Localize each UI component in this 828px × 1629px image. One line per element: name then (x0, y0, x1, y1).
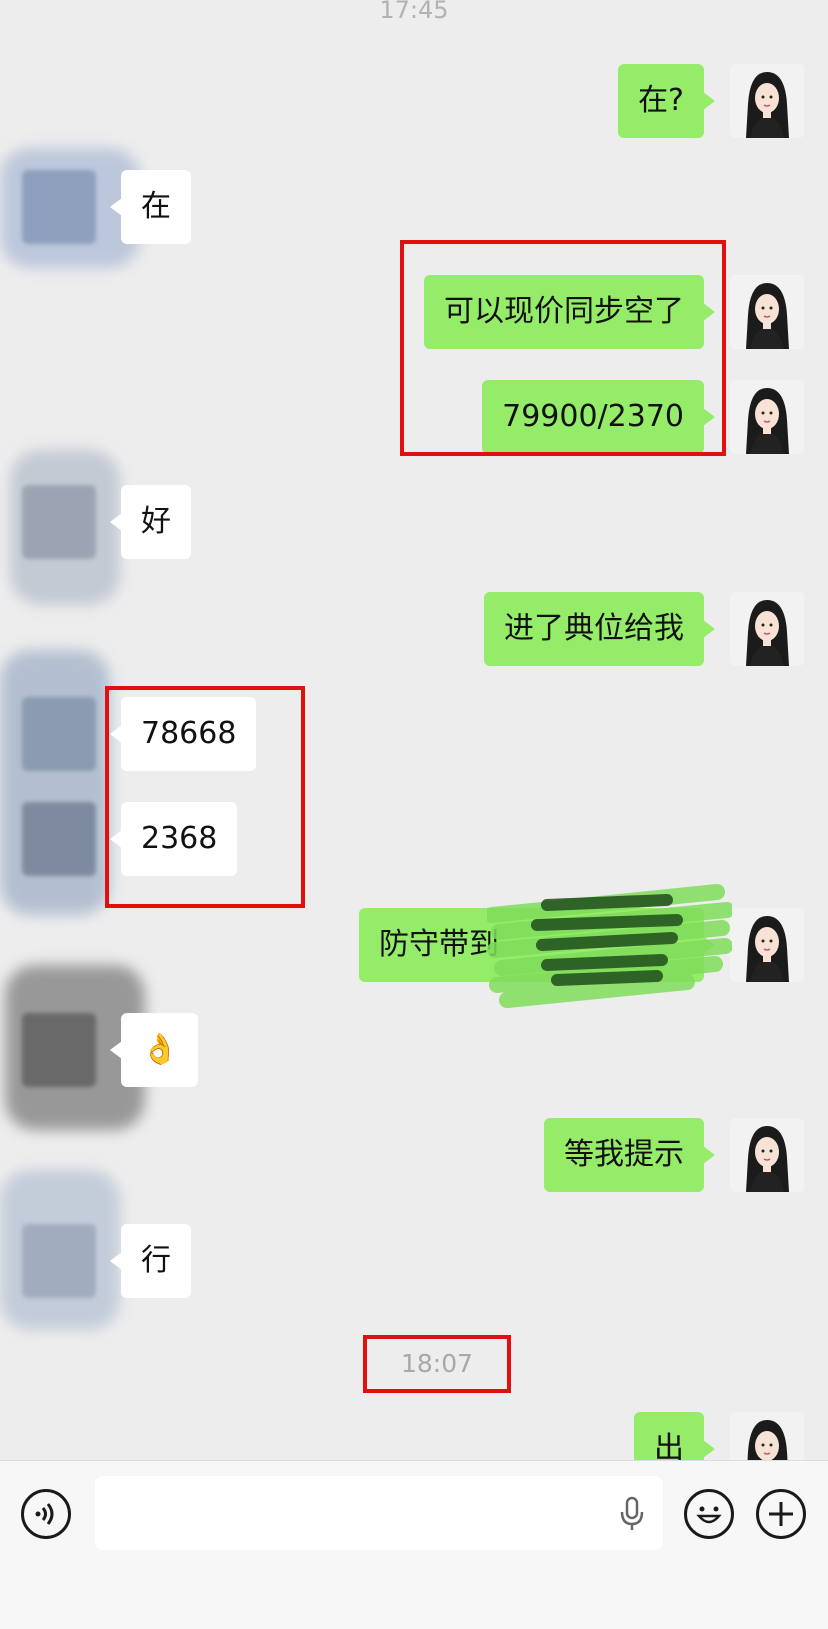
emoji-button[interactable] (684, 1489, 734, 1539)
microphone-icon[interactable] (619, 1496, 645, 1532)
message-bubble-sent[interactable]: 等我提示 (544, 1118, 715, 1192)
chat-area[interactable]: 17:45 在? 在 可以现价同步空了 79900/2370 好 进了典位给我 … (0, 0, 828, 1460)
message-bubble-received[interactable]: 好 (110, 485, 191, 559)
my-avatar[interactable] (730, 908, 804, 982)
my-avatar[interactable] (730, 592, 804, 666)
highlight-box (400, 240, 726, 456)
my-avatar[interactable] (730, 64, 804, 138)
woman-portrait-icon (730, 1118, 804, 1192)
contact-avatar[interactable] (22, 485, 96, 559)
woman-portrait-icon (730, 275, 804, 349)
woman-portrait-icon (730, 380, 804, 454)
woman-portrait-icon (730, 64, 804, 138)
input-bar (0, 1460, 828, 1629)
voice-button[interactable] (21, 1489, 71, 1539)
message-input[interactable] (95, 1476, 663, 1550)
my-avatar[interactable] (730, 380, 804, 454)
contact-avatar[interactable] (22, 170, 96, 244)
my-avatar[interactable] (730, 275, 804, 349)
woman-portrait-icon (730, 908, 804, 982)
plus-button[interactable] (756, 1489, 806, 1539)
plus-icon (769, 1502, 793, 1526)
contact-avatar[interactable] (22, 1013, 96, 1087)
timestamp-top: 17:45 (379, 0, 449, 24)
highlight-box (105, 686, 305, 908)
message-bubble-sent[interactable]: 出 (634, 1412, 715, 1460)
contact-avatar[interactable] (22, 697, 96, 771)
contact-avatar[interactable] (22, 802, 96, 876)
highlight-box (363, 1335, 511, 1393)
message-bubble-sent[interactable]: 进了典位给我 (484, 592, 715, 666)
woman-portrait-icon (730, 592, 804, 666)
message-bubble-received[interactable]: 行 (110, 1224, 191, 1298)
emoji-icon (696, 1506, 722, 1524)
woman-portrait-icon (730, 1412, 804, 1460)
my-avatar[interactable] (730, 1118, 804, 1192)
message-bubble-sent[interactable]: 在? (618, 64, 715, 138)
message-bubble-received[interactable]: 👌 (109, 1013, 199, 1087)
voice-icon (35, 1503, 54, 1525)
message-bubble-received[interactable]: 在 (110, 170, 191, 244)
my-avatar[interactable] (730, 1412, 804, 1460)
contact-avatar[interactable] (22, 1224, 96, 1298)
redaction-scribble (487, 884, 732, 1008)
